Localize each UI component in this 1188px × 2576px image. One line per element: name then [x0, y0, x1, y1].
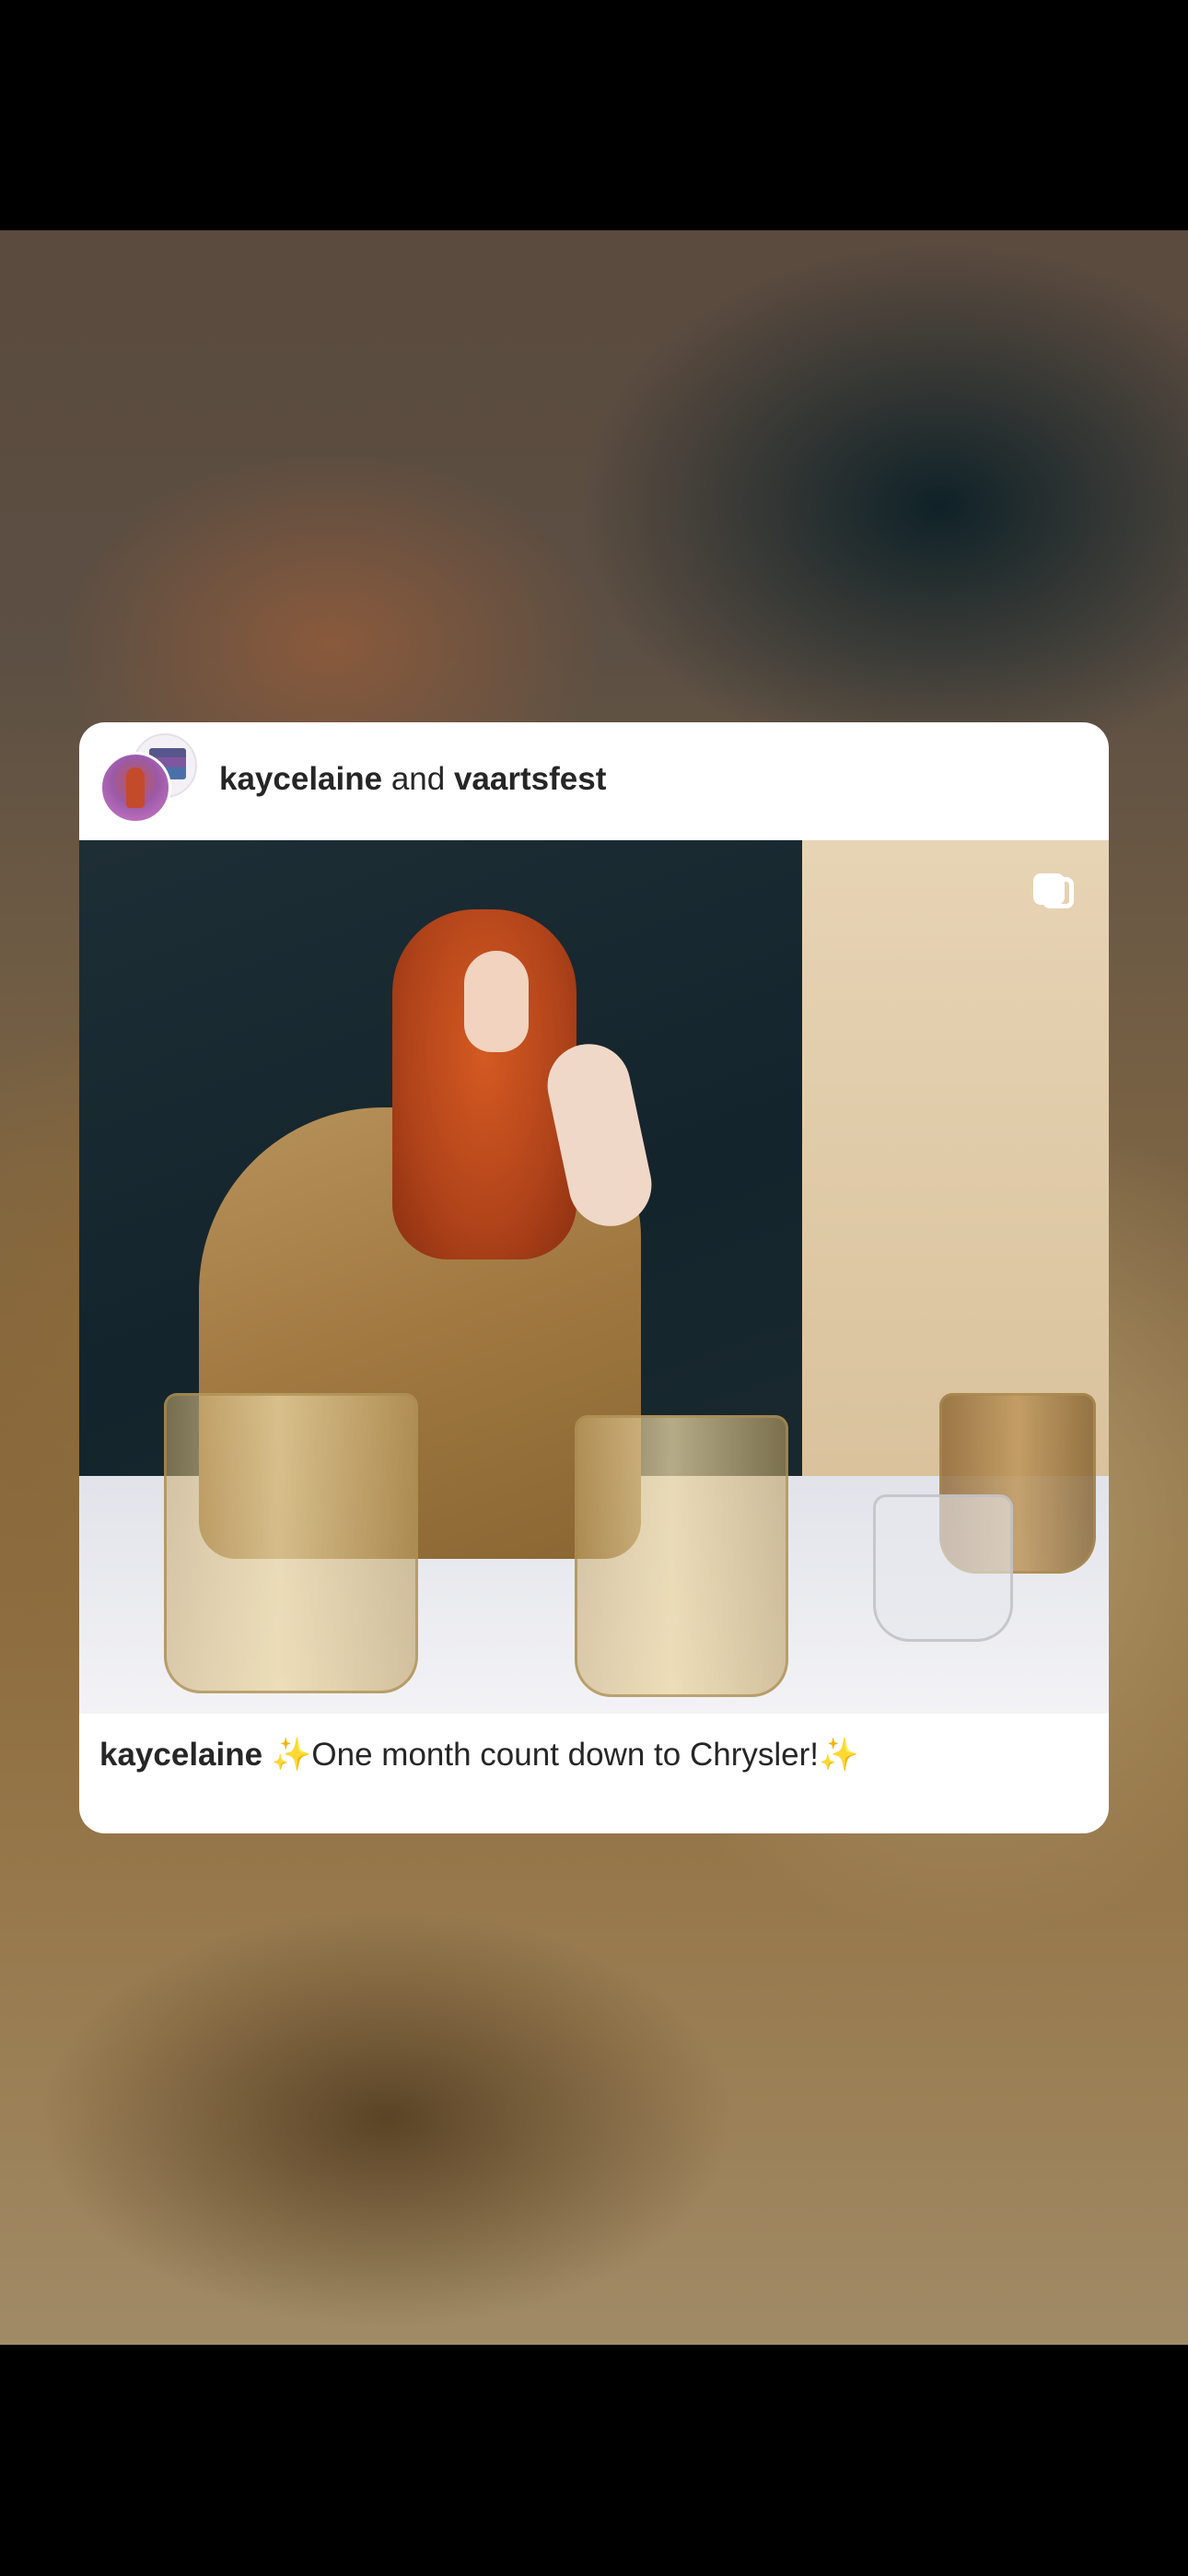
post-preview-card[interactable]: kaycelaine and vaartsfest kaycelaine ✨On… — [79, 722, 1109, 1833]
carousel-icon — [1033, 873, 1077, 916]
post-image[interactable] — [79, 840, 1109, 1714]
author-username[interactable]: kaycelaine — [219, 761, 382, 797]
caption-username[interactable]: kaycelaine — [99, 1737, 262, 1773]
bottom-black-bar — [0, 2345, 1188, 2576]
author-joiner: and — [390, 761, 446, 797]
post-authors: kaycelaine and vaartsfest — [219, 761, 606, 798]
caption-text: One month count down to Chrysler! — [311, 1737, 819, 1773]
avatar-kaycelaine[interactable] — [99, 752, 171, 824]
post-caption: kaycelaine ✨One month count down to Chry… — [99, 1736, 1094, 1774]
sparkles-icon-end: ✨ — [818, 1737, 859, 1773]
top-black-bar — [0, 0, 1188, 230]
sparkles-icon: ✨ — [271, 1737, 312, 1773]
collaborator-username[interactable]: vaartsfest — [454, 761, 606, 797]
collab-avatars[interactable] — [99, 733, 197, 825]
post-header: kaycelaine and vaartsfest — [79, 722, 1109, 840]
